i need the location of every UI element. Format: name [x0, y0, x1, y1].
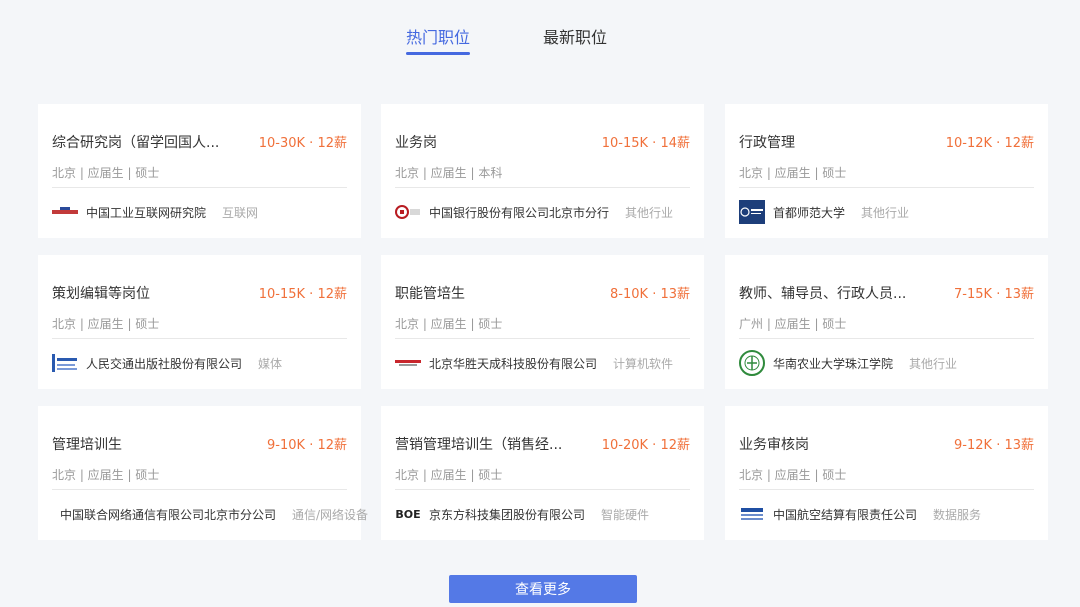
job-salary: 10-15K · 14薪 [601, 136, 690, 151]
job-title: 管理培训生 [52, 437, 122, 453]
cnu-logo-icon [739, 200, 765, 224]
company-industry: 其他行业 [861, 205, 910, 220]
active-tab-indicator [406, 52, 470, 55]
job-salary: 10-15K · 12薪 [258, 287, 347, 302]
company-industry: 通信/网络设备 [292, 507, 369, 522]
divider [52, 338, 347, 339]
company-row: 人民交通出版社股份有限公司 媒体 [52, 353, 282, 373]
job-salary: 8-10K · 13薪 [610, 287, 690, 302]
company-row: 首都师范大学 其他行业 [739, 200, 910, 224]
company-name[interactable]: 中国工业互联网研究院 [86, 204, 206, 221]
company-row: 中国航空结算有限责任公司 数据服务 [739, 504, 981, 524]
job-card[interactable]: 职能管培生 8-10K · 13薪 北京 | 应届生 | 硕士 北京华胜天成科技… [381, 255, 704, 389]
job-salary: 10-12K · 12薪 [945, 136, 1034, 151]
job-meta: 北京 | 应届生 | 硕士 [52, 317, 160, 331]
job-meta: 北京 | 应届生 | 硕士 [739, 468, 847, 482]
company-row: BOE 京东方科技集团股份有限公司 智能硬件 [395, 504, 649, 524]
job-title: 综合研究岗（留学回国人... [52, 135, 220, 151]
job-card[interactable]: 管理培训生 9-10K · 12薪 北京 | 应届生 | 硕士 中国联合网络通信… [38, 406, 368, 540]
job-meta: 北京 | 应届生 | 硕士 [52, 468, 160, 482]
job-tabs: 热门职位 最新职位 [0, 24, 1080, 64]
company-name[interactable]: 北京华胜天成科技股份有限公司 [429, 355, 597, 372]
job-title: 策划编辑等岗位 [52, 286, 150, 302]
job-salary: 10-30K · 12薪 [258, 136, 347, 151]
company-industry: 其他行业 [909, 356, 958, 371]
job-salary: 9-10K · 12薪 [267, 438, 347, 453]
company-industry: 数据服务 [933, 507, 982, 522]
tab-hot-jobs[interactable]: 热门职位 [406, 24, 470, 48]
job-meta: 北京 | 应届生 | 本科 [395, 166, 503, 180]
job-card[interactable]: 行政管理 10-12K · 12薪 北京 | 应届生 | 硕士 首都师范大学 其… [725, 104, 1048, 238]
job-card[interactable]: 策划编辑等岗位 10-15K · 12薪 北京 | 应届生 | 硕士 人民交通出… [38, 255, 361, 389]
divider [52, 489, 347, 490]
scau-logo-icon [739, 350, 765, 376]
job-title: 营销管理培训生（销售经... [395, 437, 563, 453]
job-title: 业务审核岗 [739, 437, 809, 453]
company-name[interactable]: 人民交通出版社股份有限公司 [86, 355, 242, 372]
job-card[interactable]: 教师、辅导员、行政人员... 7-15K · 13薪 广州 | 应届生 | 硕士… [725, 255, 1048, 389]
job-meta: 北京 | 应届生 | 硕士 [395, 468, 503, 482]
company-row: 中国工业互联网研究院 互联网 [52, 202, 258, 222]
job-salary: 9-12K · 13薪 [954, 438, 1034, 453]
job-salary: 7-15K · 13薪 [954, 287, 1034, 302]
company-name[interactable]: 华南农业大学珠江学院 [773, 355, 893, 372]
job-title: 行政管理 [739, 135, 795, 151]
job-meta: 北京 | 应届生 | 硕士 [395, 317, 503, 331]
job-title: 业务岗 [395, 135, 437, 151]
job-salary: 10-20K · 12薪 [601, 438, 690, 453]
teamsun-logo-icon [395, 353, 421, 373]
company-industry: 媒体 [258, 356, 283, 371]
company-name[interactable]: 中国联合网络通信有限公司北京市分公司 [60, 506, 276, 523]
company-industry: 其他行业 [625, 205, 674, 220]
boe-logo-icon: BOE [395, 507, 421, 521]
company-name[interactable]: 京东方科技集团股份有限公司 [429, 506, 585, 523]
divider [739, 338, 1034, 339]
divider [395, 489, 690, 490]
job-title: 教师、辅导员、行政人员... [739, 286, 907, 302]
publisher-logo-icon [52, 353, 78, 373]
company-name[interactable]: 首都师范大学 [773, 204, 845, 221]
aviation-settlement-logo-icon [739, 504, 765, 524]
tab-latest-jobs[interactable]: 最新职位 [543, 24, 607, 48]
company-name[interactable]: 中国航空结算有限责任公司 [773, 506, 917, 523]
job-card[interactable]: 营销管理培训生（销售经... 10-20K · 12薪 北京 | 应届生 | 硕… [381, 406, 704, 540]
company-row: 北京华胜天成科技股份有限公司 计算机软件 [395, 353, 673, 373]
divider [739, 489, 1034, 490]
caii-logo-icon [52, 202, 78, 222]
divider [395, 187, 690, 188]
divider [739, 187, 1034, 188]
job-title: 职能管培生 [395, 286, 465, 302]
company-industry: 互联网 [222, 205, 259, 220]
divider [395, 338, 690, 339]
company-industry: 计算机软件 [613, 356, 674, 371]
company-row: 华南农业大学珠江学院 其他行业 [739, 350, 958, 376]
job-meta: 广州 | 应届生 | 硕士 [739, 317, 847, 331]
job-card[interactable]: 业务审核岗 9-12K · 13薪 北京 | 应届生 | 硕士 中国航空结算有限… [725, 406, 1048, 540]
company-row: 中国银行股份有限公司北京市分行 其他行业 [395, 202, 673, 222]
company-name[interactable]: 中国银行股份有限公司北京市分行 [429, 204, 609, 221]
job-meta: 北京 | 应届生 | 硕士 [739, 166, 847, 180]
company-industry: 智能硬件 [601, 507, 650, 522]
divider [52, 187, 347, 188]
bank-of-china-logo-icon [395, 202, 421, 222]
company-row: 中国联合网络通信有限公司北京市分公司 通信/网络设备 [60, 504, 368, 524]
job-card[interactable]: 综合研究岗（留学回国人... 10-30K · 12薪 北京 | 应届生 | 硕… [38, 104, 361, 238]
view-more-button[interactable]: 查看更多 [449, 575, 637, 603]
job-meta: 北京 | 应届生 | 硕士 [52, 166, 160, 180]
job-card[interactable]: 业务岗 10-15K · 14薪 北京 | 应届生 | 本科 中国银行股份有限公… [381, 104, 704, 238]
